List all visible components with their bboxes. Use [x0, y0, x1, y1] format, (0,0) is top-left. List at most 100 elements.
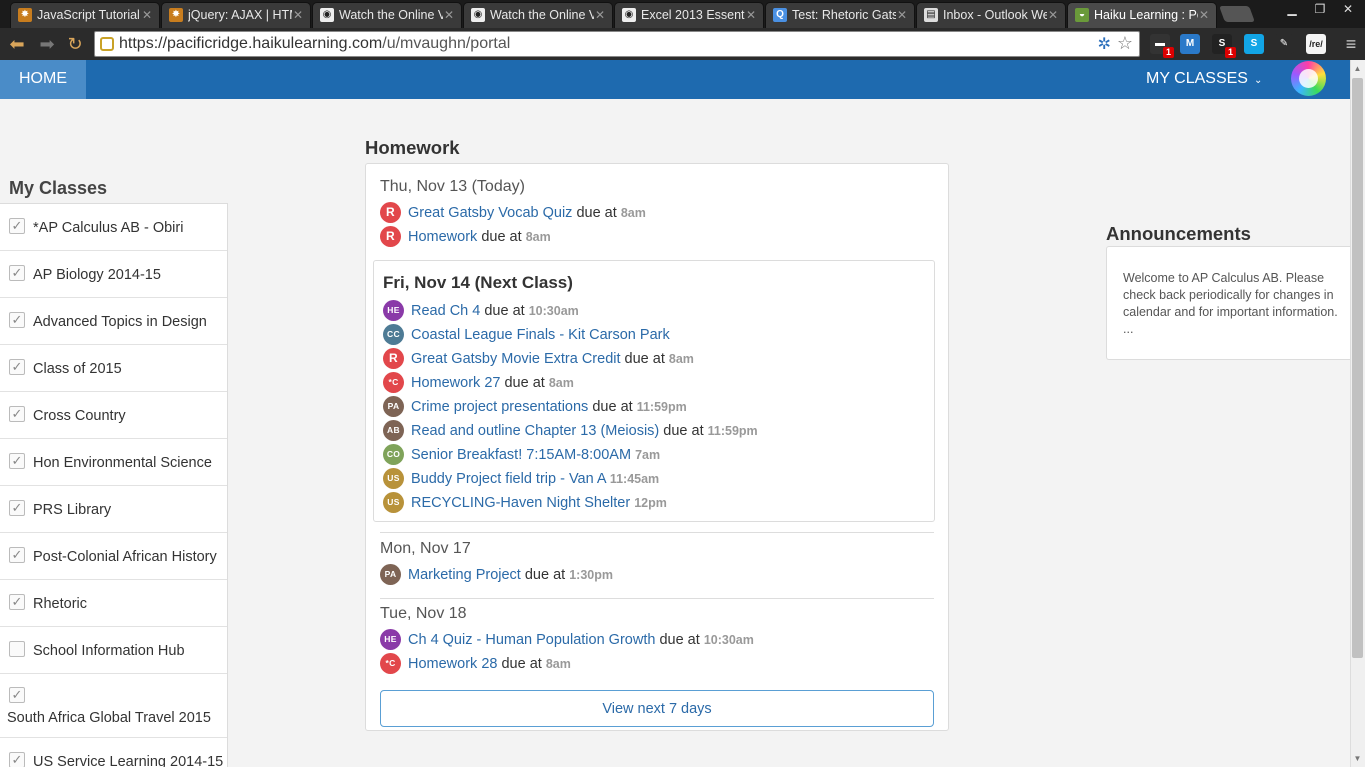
url-text[interactable]: https://pacificridge.haikulearning.com/u…: [119, 32, 510, 56]
tab-close-icon[interactable]: ✕: [897, 3, 907, 27]
extension-icon[interactable]: /re/: [1306, 34, 1326, 54]
forward-arrow-icon[interactable]: ➡: [36, 33, 58, 55]
class-checkbox[interactable]: ✓: [9, 218, 25, 234]
tab-favicon-icon: ✸: [18, 8, 32, 22]
homework-item: R Great Gatsby Movie Extra Credit due at …: [383, 347, 925, 371]
view-next-7-days-button[interactable]: View next 7 days: [380, 690, 934, 727]
class-name[interactable]: School Information Hub: [33, 643, 185, 659]
homework-link[interactable]: Read Ch 4: [411, 303, 480, 319]
avatar[interactable]: [1291, 61, 1326, 96]
homework-link[interactable]: Crime project presentations: [411, 399, 588, 415]
class-list-item[interactable]: ✓ *AP Calculus AB - Obiri: [0, 204, 227, 251]
class-checkbox[interactable]: ✓: [9, 500, 25, 516]
class-name[interactable]: South Africa Global Travel 2015: [7, 710, 211, 726]
class-checkbox[interactable]: ✓: [9, 453, 25, 469]
class-list-item[interactable]: ✓ Advanced Topics in Design: [0, 298, 227, 345]
class-checkbox[interactable]: ✓: [9, 547, 25, 563]
class-name[interactable]: Rhetoric: [33, 596, 87, 612]
bookmark-star-icon[interactable]: ☆: [1117, 33, 1133, 54]
extension-icon[interactable]: M: [1180, 34, 1200, 54]
class-list-item[interactable]: ✓ Class of 2015: [0, 345, 227, 392]
class-name[interactable]: Cross Country: [33, 408, 126, 424]
class-checkbox[interactable]: ✓: [9, 359, 25, 375]
homework-link[interactable]: Senior Breakfast! 7:15AM-8:00AM: [411, 447, 631, 463]
back-arrow-icon[interactable]: ⬅: [6, 33, 28, 55]
class-checkbox[interactable]: ✓: [9, 687, 25, 703]
reload-icon[interactable]: ↻: [64, 33, 86, 55]
homework-link[interactable]: Great Gatsby Movie Extra Credit: [411, 351, 621, 367]
checkmark-icon: ✓: [11, 547, 23, 562]
homework-link[interactable]: Buddy Project field trip - Van A: [411, 471, 606, 487]
due-time: 10:30am: [703, 633, 754, 647]
class-list-item[interactable]: ✓ Hon Environmental Science: [0, 439, 227, 486]
tab-close-icon[interactable]: ✕: [444, 3, 454, 27]
homework-link[interactable]: Ch 4 Quiz - Human Population Growth: [408, 632, 655, 648]
tab-close-icon[interactable]: ✕: [746, 3, 756, 27]
announcement-card[interactable]: Welcome to AP Calculus AB. Please check …: [1106, 246, 1350, 360]
browser-tab[interactable]: ✸ jQuery: AJAX | HTML✕: [161, 2, 311, 28]
class-name[interactable]: Post-Colonial African History: [33, 549, 217, 565]
homework-item: US RECYCLING-Haven Night Shelter 12pm: [383, 491, 925, 515]
browser-tab[interactable]: ◒ Haiku Learning : Portal✕: [1067, 2, 1217, 28]
class-checkbox[interactable]: ✓: [9, 594, 25, 610]
tab-close-icon[interactable]: ✕: [142, 3, 152, 27]
homework-link[interactable]: Great Gatsby Vocab Quiz: [408, 205, 572, 221]
class-list-item[interactable]: ✓ South Africa Global Travel 2015: [0, 674, 227, 738]
home-tab[interactable]: HOME: [0, 60, 86, 99]
tab-close-icon[interactable]: ✕: [293, 3, 303, 27]
scroll-down-arrow-icon[interactable]: ▼: [1352, 752, 1363, 766]
scroll-up-arrow-icon[interactable]: ▲: [1352, 62, 1363, 76]
homework-link[interactable]: Homework 28: [408, 656, 497, 672]
browser-tab[interactable]: ◉ Watch the Online Video✕: [312, 2, 462, 28]
homework-item-text: Read Ch 4 due at 10:30am: [411, 299, 579, 323]
homework-link[interactable]: Homework 27: [411, 375, 500, 391]
class-name[interactable]: Class of 2015: [33, 361, 122, 377]
class-name[interactable]: Hon Environmental Science: [33, 455, 212, 471]
class-list-item[interactable]: ✓ Rhetoric: [0, 580, 227, 627]
homework-item: PA Marketing Project due at 1:30pm: [380, 563, 934, 587]
translate-icon[interactable]: ✲: [1098, 34, 1111, 54]
class-checkbox[interactable]: ✓: [9, 406, 25, 422]
class-name[interactable]: US Service Learning 2014-15: [33, 754, 223, 767]
extension-icon[interactable]: S1: [1212, 34, 1236, 58]
extension-icon[interactable]: ▬ 1: [1150, 34, 1174, 58]
browser-tab[interactable]: Q Test: Rhetoric Gatsby✕: [765, 2, 915, 28]
browser-tab[interactable]: ◉ Excel 2013 Essentials✕: [614, 2, 764, 28]
homework-link[interactable]: Read and outline Chapter 13 (Meiosis): [411, 423, 659, 439]
tab-close-icon[interactable]: ✕: [1048, 3, 1058, 27]
homework-link[interactable]: Marketing Project: [408, 567, 521, 583]
class-list-item[interactable]: ✓ US Service Learning 2014-15: [0, 738, 227, 767]
homework-link[interactable]: RECYCLING-Haven Night Shelter: [411, 495, 630, 511]
browser-tab[interactable]: ▤ Inbox - Outlook Web ✕: [916, 2, 1066, 28]
tab-close-icon[interactable]: ✕: [1199, 3, 1209, 27]
class-checkbox[interactable]: ✓: [9, 752, 25, 767]
tab-favicon-icon: ◉: [471, 8, 485, 22]
homework-link[interactable]: Coastal League Finals - Kit Carson Park: [411, 327, 670, 343]
extension-icon[interactable]: ✎: [1274, 34, 1294, 54]
class-name[interactable]: PRS Library: [33, 502, 111, 518]
class-list-item[interactable]: ✓ Cross Country: [0, 392, 227, 439]
class-checkbox[interactable]: ✓: [9, 265, 25, 281]
extension-icon[interactable]: S: [1244, 34, 1264, 54]
class-list-item[interactable]: School Information Hub: [0, 627, 227, 674]
class-name[interactable]: Advanced Topics in Design: [33, 314, 207, 330]
my-classes-menu[interactable]: MY CLASSES ⌄: [1146, 60, 1262, 100]
browser-tab[interactable]: ✸ JavaScript Tutorial ✕: [10, 2, 160, 28]
menu-icon[interactable]: ≡: [1340, 33, 1362, 55]
address-bar[interactable]: https://pacificridge.haikulearning.com/u…: [94, 31, 1140, 57]
close-window-icon[interactable]: ✕: [1334, 0, 1362, 18]
class-checkbox[interactable]: ✓: [9, 312, 25, 328]
tab-close-icon[interactable]: ✕: [595, 3, 605, 27]
class-list-item[interactable]: ✓ AP Biology 2014-15: [0, 251, 227, 298]
class-checkbox[interactable]: [9, 641, 25, 657]
class-name[interactable]: *AP Calculus AB - Obiri: [33, 220, 183, 236]
maximize-icon[interactable]: ❐: [1306, 0, 1334, 18]
scrollbar-thumb[interactable]: [1352, 78, 1363, 658]
class-name[interactable]: AP Biology 2014-15: [33, 267, 161, 283]
new-tab-button[interactable]: [1219, 6, 1255, 22]
homework-link[interactable]: Homework: [408, 229, 477, 245]
class-list-item[interactable]: ✓ Post-Colonial African History: [0, 533, 227, 580]
class-list-item[interactable]: ✓ PRS Library: [0, 486, 227, 533]
browser-tab[interactable]: ◉ Watch the Online Video✕: [463, 2, 613, 28]
minimize-icon[interactable]: ▁: [1278, 0, 1306, 18]
